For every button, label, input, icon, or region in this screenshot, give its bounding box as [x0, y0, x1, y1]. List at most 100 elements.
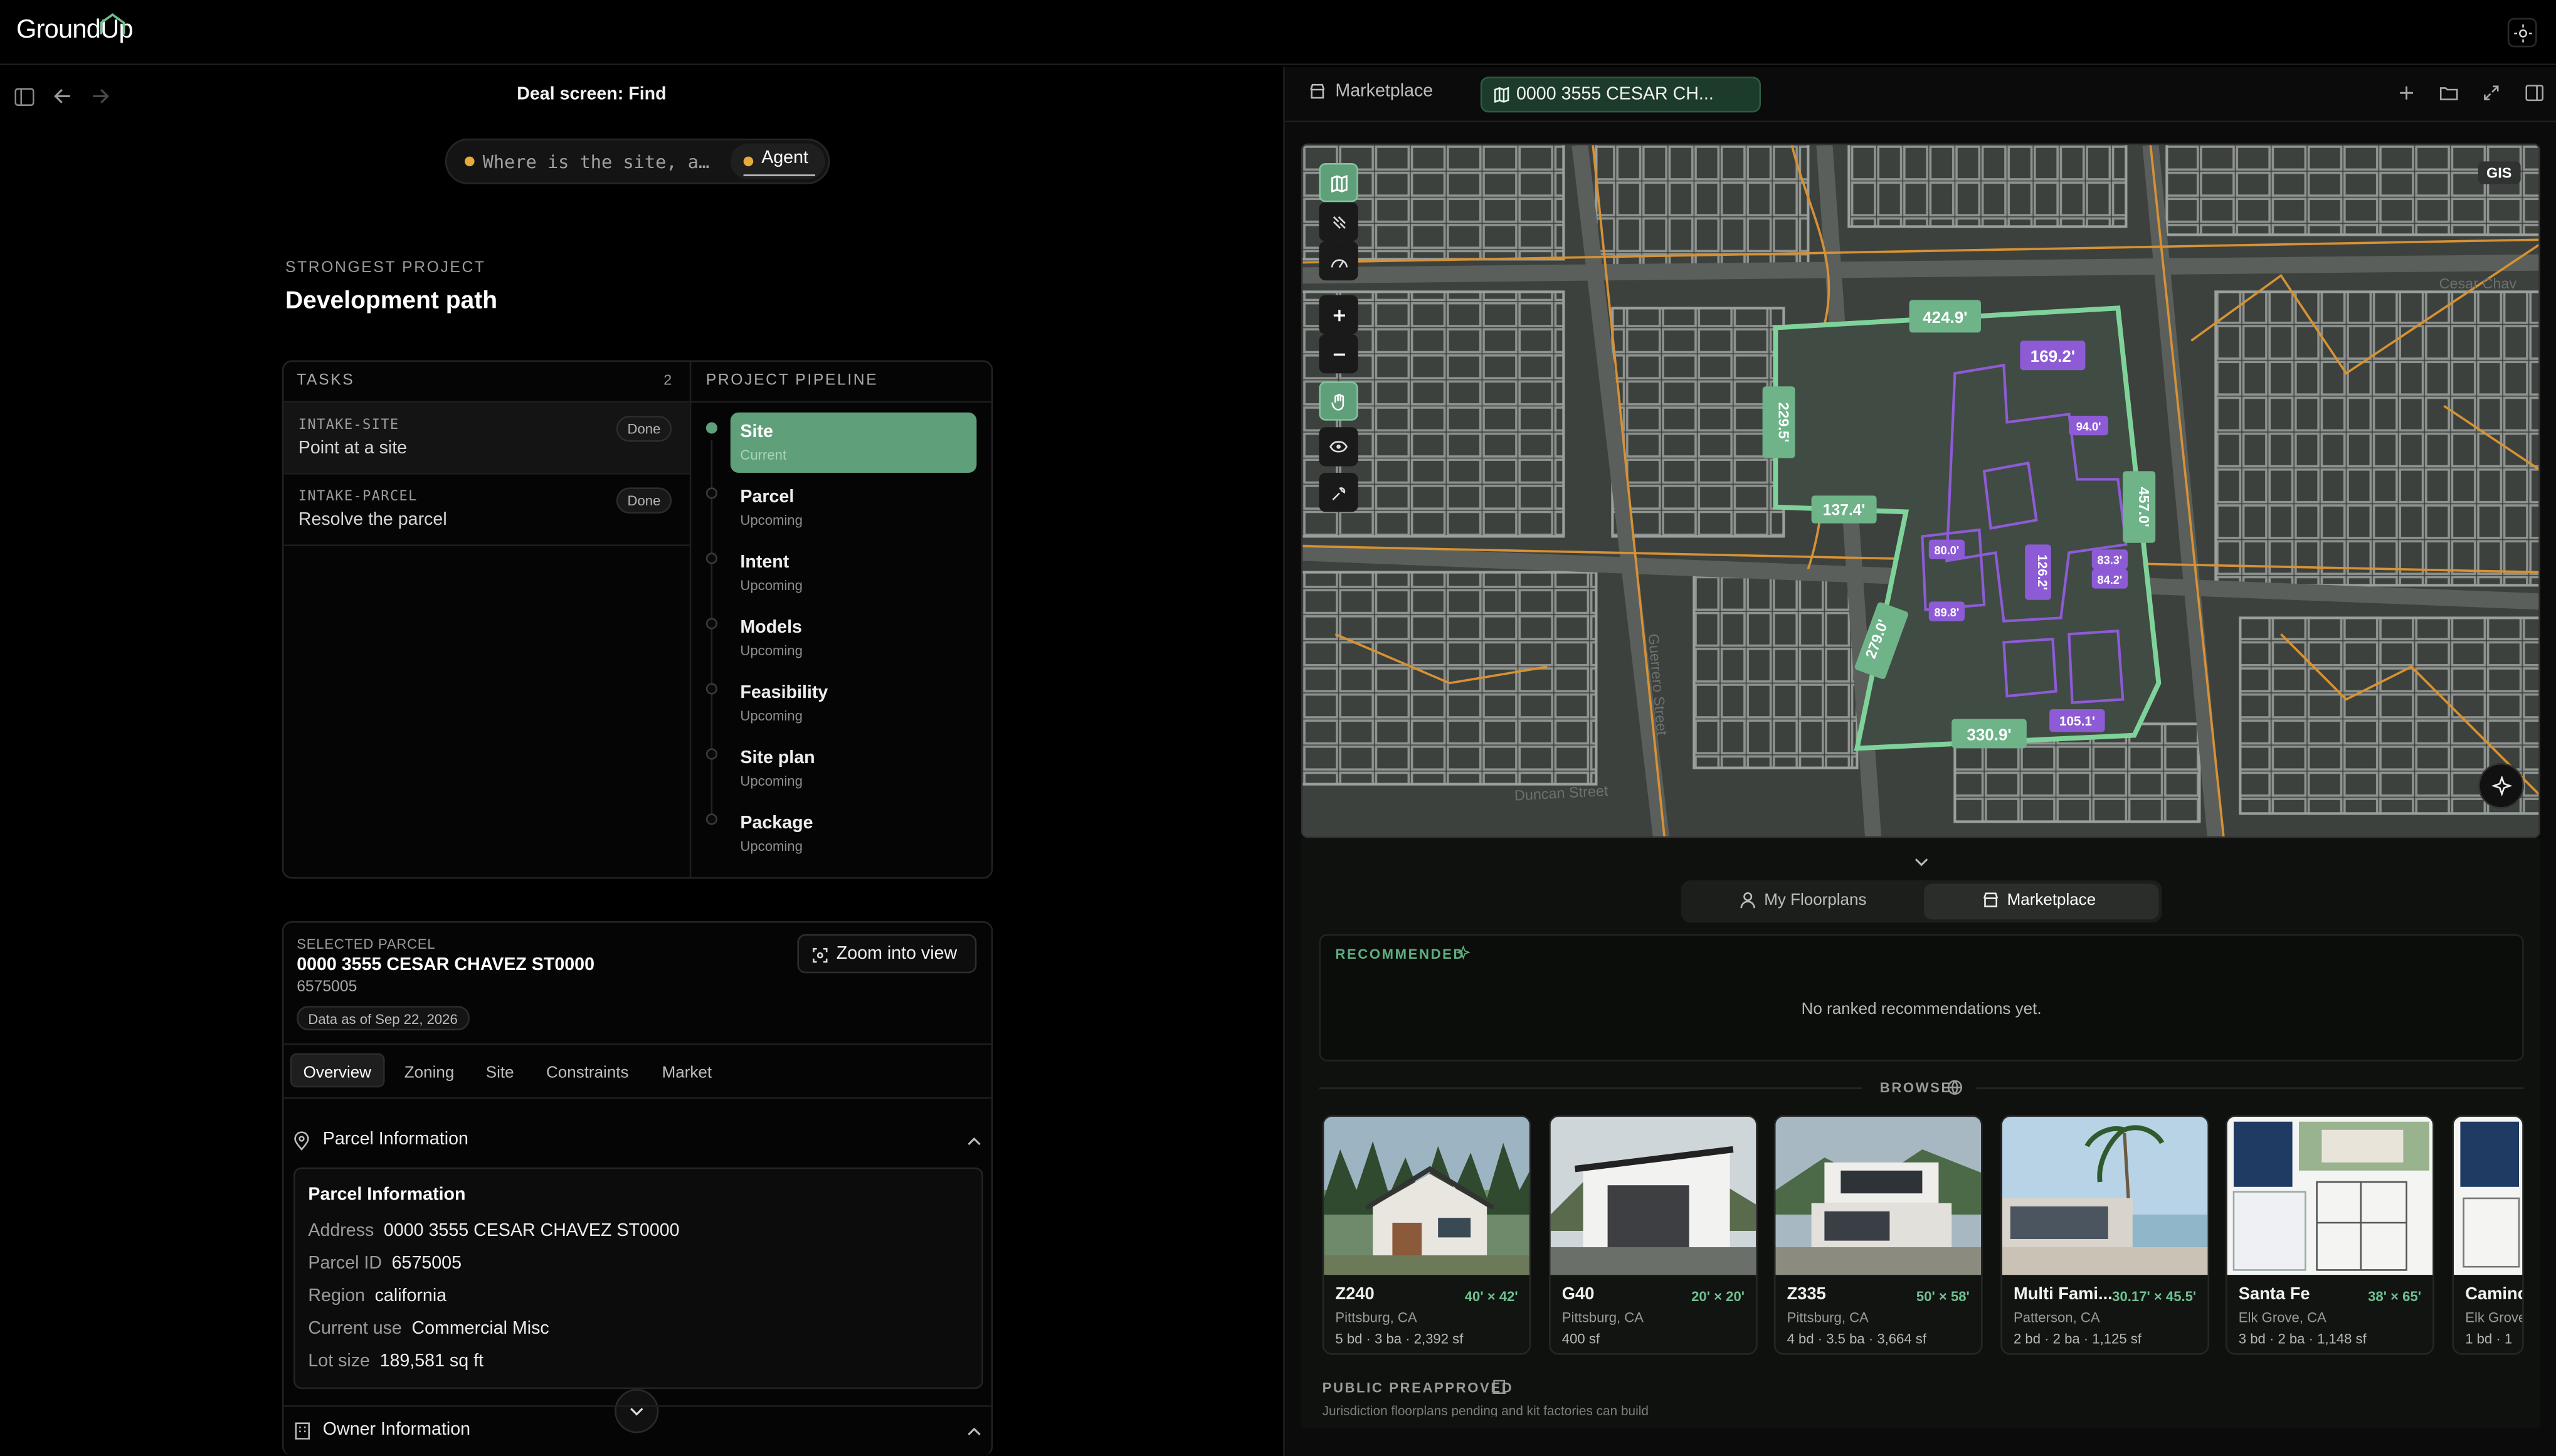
card-location: Patterson, CA	[2014, 1309, 2100, 1326]
pipeline-step-name[interactable]: Intent	[740, 552, 789, 572]
task-row[interactable]: INTAKE-SITE Point at a site Done	[283, 403, 690, 475]
gauge-icon	[1330, 258, 1347, 267]
sparkle-icon	[2490, 775, 2512, 796]
back-button[interactable]	[51, 85, 73, 107]
map-canvas: 424.9' 169.2' 229.5' 457.0' 137.4' 279.0…	[1302, 145, 2539, 836]
pipeline-dot	[705, 422, 717, 434]
pipeline-step-name[interactable]: Models	[740, 618, 802, 637]
pipeline-step-name[interactable]: Site plan	[740, 748, 815, 768]
card-dims: 30.17' × 45.5'	[2112, 1288, 2197, 1304]
divider	[283, 1043, 991, 1045]
expand-button[interactable]	[2481, 83, 2501, 103]
chevron-up-icon	[968, 1137, 981, 1146]
theme-toggle-button[interactable]	[2507, 18, 2537, 48]
zoom-in-button[interactable]	[1319, 295, 1358, 334]
search-input[interactable]: Where is the site, a…	[483, 152, 710, 173]
parcel-info-section-header[interactable]: Parcel Information	[292, 1130, 986, 1156]
sparkle-icon	[1455, 946, 1471, 960]
field-label: Lot size	[308, 1351, 370, 1371]
tools-button[interactable]	[1319, 473, 1358, 512]
house-thumbnail	[1324, 1116, 1529, 1275]
satellite-icon	[1332, 215, 1345, 228]
parcel-name: 0000 3555 CESAR CHAVEZ ST0000	[297, 955, 594, 975]
task-name: Point at a site	[298, 438, 408, 458]
map-view-button[interactable]	[1319, 163, 1358, 203]
parcel-map[interactable]: 424.9' 169.2' 229.5' 457.0' 137.4' 279.0…	[1301, 143, 2540, 838]
pipeline-step-status: Upcoming	[740, 707, 803, 724]
parcel-eyebrow: SELECTED PARCEL	[297, 936, 436, 952]
gis-badge[interactable]: GIS	[2478, 161, 2520, 184]
card-name: Z335	[1787, 1284, 1826, 1304]
pipeline-step-status: Current	[740, 446, 787, 463]
pipeline-step-active[interactable]	[730, 412, 977, 473]
pipeline-step-status: Upcoming	[740, 642, 803, 659]
pipeline-step-name[interactable]: Package	[740, 813, 813, 833]
field-value: 6575005	[391, 1253, 462, 1274]
tab-market[interactable]: Market	[649, 1057, 725, 1089]
divider	[1319, 1087, 1862, 1089]
tab-site[interactable]: Site	[473, 1057, 527, 1089]
pipeline-step-status: Upcoming	[740, 838, 803, 855]
floorplan-card[interactable]: Camino Elk Grove 1 bd · 1	[2452, 1115, 2524, 1355]
zoom-out-button[interactable]	[1319, 334, 1358, 374]
task-id: INTAKE-PARCEL	[298, 489, 418, 505]
chevron-down-icon	[1914, 858, 1928, 867]
field-current-use: Current use Commercial Misc	[308, 1319, 549, 1338]
zoom-into-view-button[interactable]: Zoom into view	[797, 934, 977, 974]
dim-label: 229.5'	[1776, 402, 1792, 442]
forward-button[interactable]	[88, 85, 110, 107]
plus-icon	[1333, 309, 1344, 320]
tab-zoning[interactable]: Zoning	[391, 1057, 467, 1089]
floorplan-card[interactable]: Multi Fami... 30.17' × 45.5' Patterson, …	[2000, 1115, 2209, 1355]
parcel-id: 6575005	[297, 978, 357, 996]
owner-section-header[interactable]: Owner Information	[292, 1420, 986, 1447]
agent-underline	[743, 174, 815, 176]
pipeline-dot	[705, 618, 717, 630]
field-address: Address 0000 3555 CESAR CHAVEZ ST0000	[308, 1221, 679, 1240]
zoom-label: Zoom into view	[836, 944, 958, 964]
task-row[interactable]: INTAKE-PARCEL Resolve the parcel Done	[283, 475, 690, 546]
sidebar-toggle-button[interactable]	[13, 85, 36, 107]
floorplan-card[interactable]: Z335 50' × 58' Pittsburg, CA 4 bd · 3.5 …	[1773, 1115, 1983, 1355]
open-folder-button[interactable]	[2437, 83, 2459, 103]
collapse-panel-button[interactable]	[1911, 854, 1930, 870]
dim-label: 169.2'	[2031, 347, 2075, 366]
segment-label: My Floorplans	[1764, 892, 1867, 910]
browse-label: BROWSE	[1879, 1079, 1952, 1096]
pan-tool-button[interactable]	[1319, 381, 1358, 421]
divider	[1976, 1087, 2524, 1089]
pipeline-step-status: Upcoming	[740, 512, 803, 529]
user-icon	[1740, 892, 1755, 909]
divider	[283, 1405, 991, 1407]
focus-icon	[813, 947, 828, 963]
tasks-count: 2	[663, 371, 672, 388]
house-thumbnail	[1775, 1116, 1981, 1275]
column-divider	[689, 362, 692, 877]
card-spec: 2 bd · 2 ba · 1,125 sf	[2014, 1330, 2141, 1347]
house-thumbnail	[1550, 1116, 1756, 1275]
tab-constraints[interactable]: Constraints	[533, 1057, 642, 1089]
house-thumbnail	[2002, 1116, 2208, 1275]
card-spec: 3 bd · 2 ba · 1,148 sf	[2238, 1330, 2367, 1347]
tab-parcel-map[interactable]: 0000 3555 CESAR CH...	[1480, 76, 1761, 113]
visibility-button[interactable]	[1319, 427, 1358, 467]
measure-button[interactable]	[1319, 241, 1358, 281]
ai-assist-button[interactable]	[2478, 762, 2524, 809]
tab-overview[interactable]: Overview	[290, 1057, 384, 1089]
pipeline-dot	[705, 683, 717, 695]
recommended-empty: No ranked recommendations yet.	[1801, 1001, 2042, 1019]
chevron-up-icon	[968, 1427, 981, 1436]
floorplan-card[interactable]: G40 20' × 20' Pittsburg, CA 400 sf	[1549, 1115, 1758, 1355]
status-dot	[465, 156, 475, 167]
card-location: Pittsburg, CA	[1561, 1309, 1644, 1326]
top-bar	[0, 0, 2556, 65]
new-tab-button[interactable]	[2397, 83, 2416, 103]
floorplan-card[interactable]: Z240 40' × 42' Pittsburg, CA 5 bd · 3 ba…	[1322, 1115, 1531, 1355]
pipeline-step-name[interactable]: Feasibility	[740, 683, 828, 702]
satellite-button[interactable]	[1319, 202, 1358, 241]
pipeline-step-name[interactable]: Parcel	[740, 487, 794, 507]
building-icon	[1492, 1380, 1506, 1394]
store-icon	[1310, 83, 1325, 99]
floorplan-card[interactable]: Santa Fe 38' × 65' Elk Grove, CA 3 bd · …	[2225, 1115, 2434, 1355]
panel-toggle-button[interactable]	[2524, 83, 2543, 103]
